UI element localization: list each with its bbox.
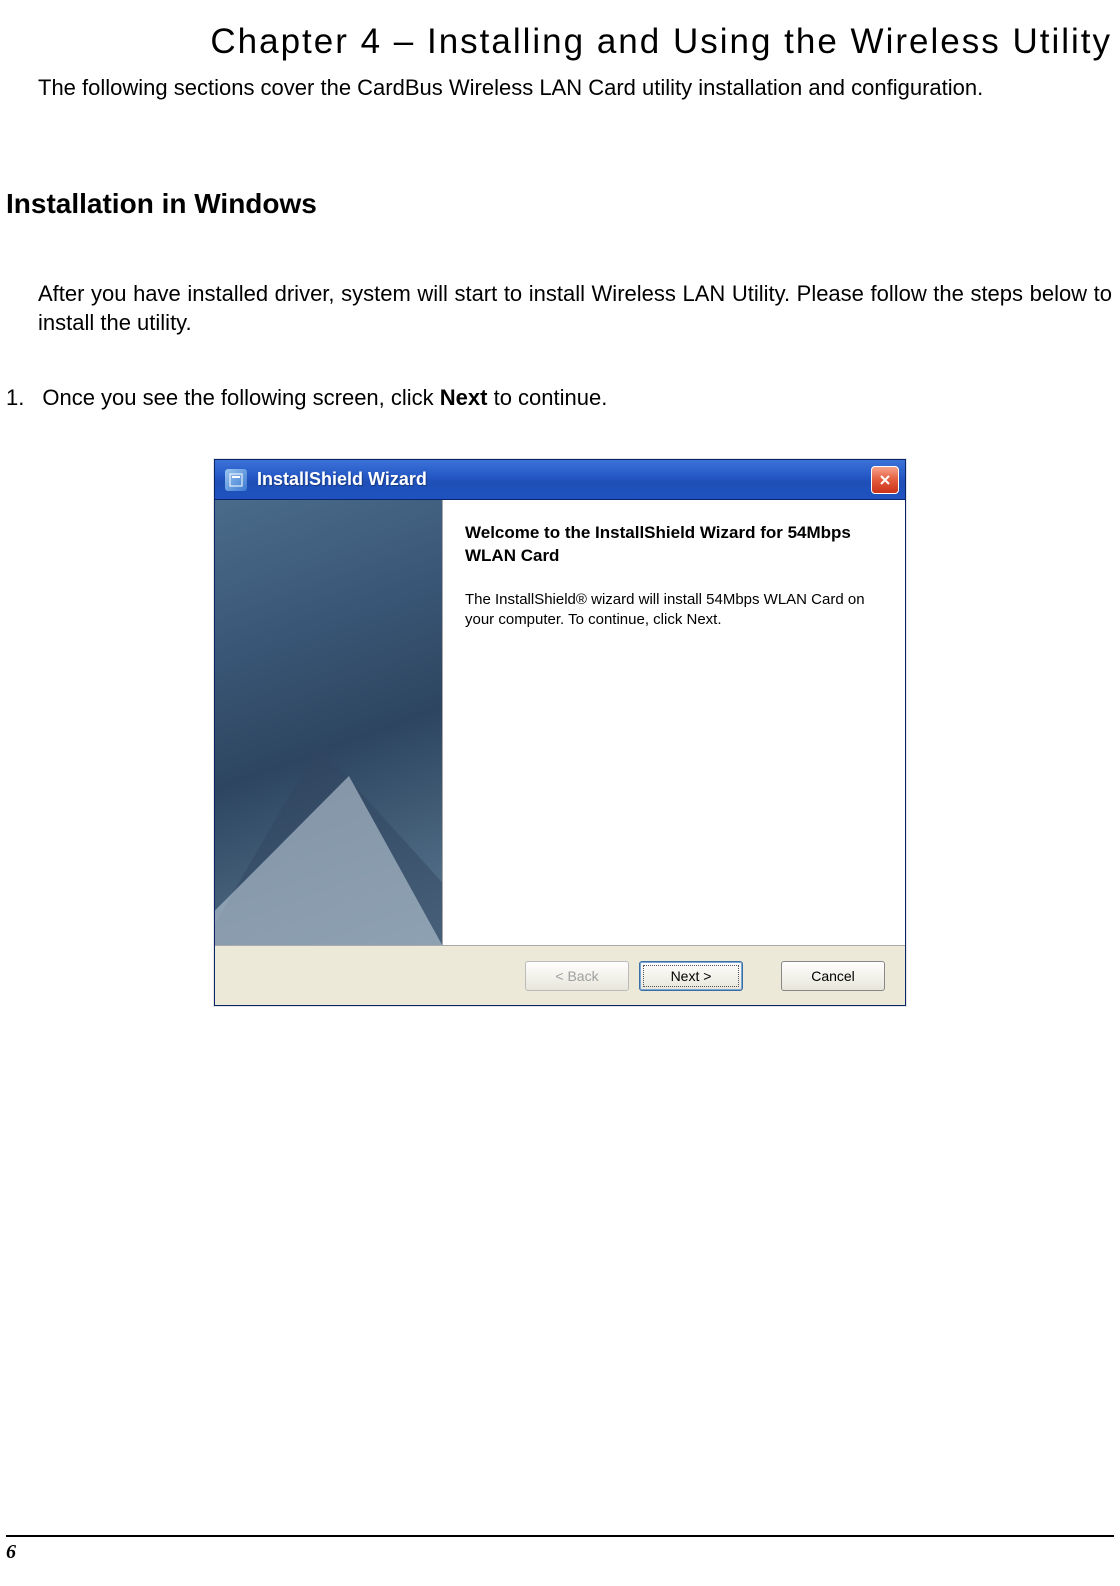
screenshot-container: InstallShield Wizard Welcome to the Inst…	[0, 411, 1120, 1006]
next-button[interactable]: Next >	[639, 961, 743, 991]
step-bold: Next	[440, 385, 488, 410]
step-prefix: Once you see the following screen, click	[42, 385, 439, 410]
back-button: < Back	[525, 961, 629, 991]
welcome-description: The InstallShield® wizard will install 5…	[465, 590, 883, 631]
cancel-button[interactable]: Cancel	[781, 961, 885, 991]
step-number: 1.	[6, 385, 24, 411]
step-1: 1. Once you see the following screen, cl…	[0, 337, 1120, 411]
footer-rule	[6, 1535, 1114, 1537]
window-titlebar[interactable]: InstallShield Wizard	[215, 460, 905, 500]
close-button[interactable]	[871, 466, 899, 494]
body-paragraph: After you have installed driver, system …	[0, 220, 1120, 337]
close-icon	[880, 475, 890, 485]
step-text: Once you see the following screen, click…	[42, 385, 1112, 411]
wizard-content: Welcome to the InstallShield Wizard for …	[443, 500, 905, 945]
step-suffix: to continue.	[487, 385, 607, 410]
page-footer: 6	[0, 1535, 1120, 1564]
app-icon	[225, 469, 247, 491]
intro-paragraph: The following sections cover the CardBus…	[0, 73, 1120, 103]
installshield-wizard-window: InstallShield Wizard Welcome to the Inst…	[214, 459, 906, 1006]
wizard-body: Welcome to the InstallShield Wizard for …	[215, 500, 905, 945]
window-title: InstallShield Wizard	[257, 469, 861, 490]
page-number: 6	[6, 1541, 1114, 1564]
chapter-title: Chapter 4 – Installing and Using the Wir…	[0, 18, 1120, 73]
side-panel-graphic	[215, 500, 443, 945]
wizard-button-bar: < Back Next > Cancel	[215, 945, 905, 1005]
section-heading: Installation in Windows	[0, 103, 1120, 220]
welcome-heading: Welcome to the InstallShield Wizard for …	[465, 522, 883, 568]
